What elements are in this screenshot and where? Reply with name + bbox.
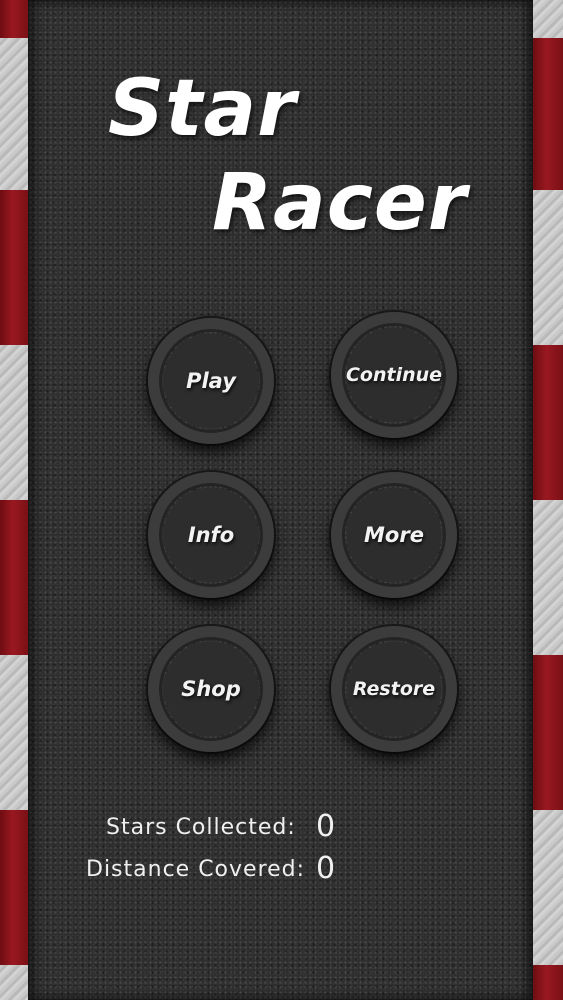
game-title-line1: Star bbox=[108, 64, 297, 154]
continue-button-label: Continue bbox=[345, 364, 443, 386]
restore-button[interactable]: Restore bbox=[331, 626, 457, 752]
left-curb bbox=[0, 0, 28, 1000]
distance-covered-label: Distance Covered: bbox=[86, 857, 306, 882]
continue-button[interactable]: Continue bbox=[331, 312, 457, 438]
info-button-label: Info bbox=[187, 523, 235, 547]
more-button[interactable]: More bbox=[331, 472, 457, 598]
distance-covered-value: 0 bbox=[316, 851, 337, 886]
distance-covered-row: Distance Covered: 0 bbox=[86, 851, 335, 886]
more-button-label: More bbox=[364, 523, 424, 547]
stars-collected-row: Stars Collected: 0 bbox=[106, 809, 335, 844]
game-title-line2: Racer bbox=[212, 158, 468, 248]
play-button-label: Play bbox=[186, 369, 236, 393]
restore-button-label: Restore bbox=[352, 678, 436, 700]
info-button[interactable]: Info bbox=[148, 472, 274, 598]
stars-collected-label: Stars Collected: bbox=[106, 815, 296, 840]
play-button[interactable]: Play bbox=[148, 318, 274, 444]
stars-collected-value: 0 bbox=[316, 809, 337, 844]
shop-button[interactable]: Shop bbox=[148, 626, 274, 752]
right-curb bbox=[533, 0, 563, 1000]
shop-button-label: Shop bbox=[181, 677, 241, 701]
